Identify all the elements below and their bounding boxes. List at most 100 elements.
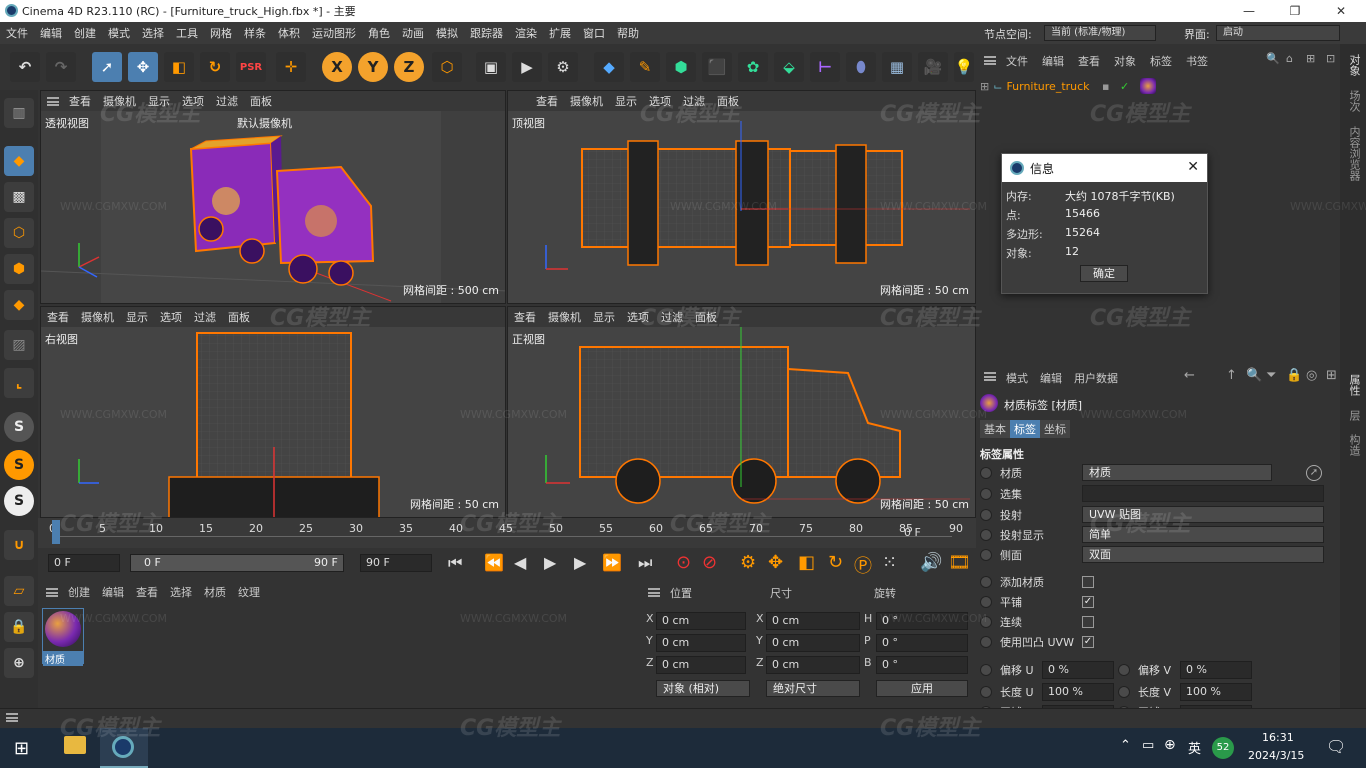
attr-menu-edit[interactable]: 编辑 (1040, 370, 1062, 386)
solo-hierarchy-icon[interactable]: S (4, 486, 34, 516)
mat-menu-texture[interactable]: 纹理 (238, 584, 260, 600)
obj-menu-file[interactable]: 文件 (1006, 53, 1028, 69)
deformer-icon[interactable]: ⊢ (810, 52, 840, 82)
next-key-icon[interactable]: ⏩ (602, 553, 622, 572)
obj-menu-tags[interactable]: 标签 (1150, 53, 1172, 69)
length-u-field[interactable]: 100 % (1042, 683, 1114, 701)
vp-menu-filter[interactable]: 过滤 (194, 309, 216, 325)
vp-menu-options[interactable]: 选项 (627, 309, 649, 325)
add-panel-icon[interactable]: ⊞ (1326, 368, 1337, 383)
vp-menu-panel[interactable]: 面板 (717, 93, 739, 109)
menu-tracker[interactable]: 跟踪器 (464, 25, 509, 41)
tab-coordinates[interactable]: 坐标 (1040, 420, 1070, 438)
tab-attributes[interactable]: 属性 (1346, 374, 1362, 396)
viewport-right[interactable]: 查看 摄像机 显示 选项 过滤 面板 右视图 网格间距 : 50 cm (40, 306, 506, 518)
attribute-menu-icon[interactable] (984, 372, 996, 381)
notification-badge[interactable]: 52 (1212, 737, 1234, 759)
ok-button[interactable]: 确定 (1080, 265, 1128, 282)
size-field[interactable]: 0 cm (766, 634, 860, 652)
animate-dot-icon[interactable] (980, 467, 992, 479)
prev-frame-icon[interactable]: ◀ (514, 553, 526, 572)
uv-mode-icon[interactable]: ▨ (4, 330, 34, 360)
rotation-field[interactable]: 0 ° (876, 612, 968, 630)
play-icon[interactable]: ▶ (544, 553, 556, 572)
vp-menu-panel[interactable]: 面板 (250, 93, 272, 109)
animate-dot-icon[interactable] (980, 509, 992, 521)
enabled-check-icon[interactable]: ✓ (1120, 80, 1129, 93)
y-axis-lock-icon[interactable]: Y (358, 52, 388, 82)
menu-mograph[interactable]: 运动图形 (306, 25, 362, 41)
mat-menu-edit[interactable]: 编辑 (102, 584, 124, 600)
timeline-ruler[interactable]: 051015202530354045505560657075808590 0 F (38, 518, 976, 548)
obj-menu-bookmarks[interactable]: 书签 (1186, 53, 1208, 69)
cloner-icon[interactable]: ✿ (738, 52, 768, 82)
rotate-tool-icon[interactable]: ↻ (200, 52, 230, 82)
prev-key-icon[interactable]: ⏪ (484, 553, 504, 572)
mograph-icon[interactable]: ⬙ (774, 52, 804, 82)
viewport-perspective[interactable]: 查看 摄像机 显示 选项 过滤 面板 透视视图 默认摄像机 网格间距 : 500… (40, 90, 506, 304)
menu-edit[interactable]: 编辑 (34, 25, 68, 41)
vp-menu-panel[interactable]: 面板 (695, 309, 717, 325)
windows-start-icon[interactable]: ⊞ (14, 738, 29, 759)
offset-v-field[interactable]: 0 % (1180, 661, 1252, 679)
tab-basic[interactable]: 基本 (980, 420, 1010, 438)
solo-selected-icon[interactable]: S (4, 450, 34, 480)
range-slider[interactable] (130, 554, 344, 572)
close-button[interactable]: ✕ (1318, 0, 1364, 22)
planar-workplane-icon[interactable]: ⊕ (4, 648, 34, 678)
vp-menu-view[interactable]: 查看 (69, 93, 91, 109)
menu-volume[interactable]: 体积 (272, 25, 306, 41)
psr-icon[interactable]: PSR (236, 52, 266, 82)
vp-menu-display[interactable]: 显示 (126, 309, 148, 325)
world-axis-icon[interactable]: ✛ (276, 52, 306, 82)
animate-dot-icon[interactable] (1118, 664, 1130, 676)
animate-dot-icon[interactable] (980, 596, 992, 608)
status-menu-icon[interactable] (6, 713, 18, 722)
camera-icon[interactable]: 🎥 (918, 52, 948, 82)
minimize-button[interactable]: — (1226, 0, 1272, 22)
object-menu-icon[interactable] (984, 56, 996, 65)
search-icon[interactable]: 🔍 (1246, 368, 1262, 383)
vp-menu-camera[interactable]: 摄像机 (548, 309, 581, 325)
object-name[interactable]: Furniture_truck (1006, 80, 1089, 93)
menu-tools[interactable]: 工具 (170, 25, 204, 41)
go-to-start-icon[interactable]: ⏮ (448, 553, 462, 573)
record-icon[interactable]: ⊙ (676, 552, 691, 573)
z-axis-lock-icon[interactable]: Z (394, 52, 424, 82)
animate-dot-icon[interactable] (980, 636, 992, 648)
seamless-checkbox[interactable] (1082, 616, 1094, 628)
animate-dot-icon[interactable] (980, 616, 992, 628)
position-field[interactable]: 0 cm (656, 612, 746, 630)
pen-tool-icon[interactable]: ✎ (630, 52, 660, 82)
model-mode-icon[interactable]: ◆ (4, 146, 34, 176)
polygons-mode-icon[interactable]: ◆ (4, 290, 34, 320)
size-field[interactable]: 0 cm (766, 612, 860, 630)
material-menu-icon[interactable] (46, 588, 58, 597)
vp-menu-camera[interactable]: 摄像机 (81, 309, 114, 325)
vp-menu-camera[interactable]: 摄像机 (570, 93, 603, 109)
material-swatch[interactable]: 材质 (42, 608, 84, 666)
vp-menu-filter[interactable]: 过滤 (683, 93, 705, 109)
cube-primitive-icon[interactable]: ◆ (594, 52, 624, 82)
action-center-icon[interactable]: 🗨 (1326, 737, 1346, 756)
animate-dot-icon[interactable] (980, 488, 992, 500)
viewport-top[interactable]: 查看 摄像机 显示 选项 过滤 面板 顶视图 网格间距 : 50 cm (507, 90, 976, 304)
filter-icon[interactable]: ⏷ (1266, 368, 1276, 383)
tile-checkbox[interactable]: ✓ (1082, 596, 1094, 608)
start-frame-field[interactable]: 0 F (48, 554, 120, 572)
menu-window[interactable]: 窗口 (577, 25, 611, 41)
material-link-field[interactable]: 材质 (1082, 464, 1272, 481)
floor-icon[interactable]: ▦ (882, 52, 912, 82)
render-view-icon[interactable]: ▣ (476, 52, 506, 82)
lock-workplane-icon[interactable]: 🔒 (4, 612, 34, 642)
offset-u-field[interactable]: 0 % (1042, 661, 1114, 679)
vp-menu-options[interactable]: 选项 (160, 309, 182, 325)
undo-icon[interactable]: ↶ (10, 52, 40, 82)
redo-icon[interactable]: ↷ (46, 52, 76, 82)
search-icon[interactable]: 🔍 (1266, 52, 1280, 65)
use-bump-uvw-checkbox[interactable]: ✓ (1082, 636, 1094, 648)
light-icon[interactable]: 💡 (954, 52, 974, 82)
menu-select[interactable]: 选择 (136, 25, 170, 41)
network-globe-icon[interactable]: ⊕ (1164, 737, 1176, 753)
key-scale-icon[interactable]: ◧ (798, 552, 815, 573)
